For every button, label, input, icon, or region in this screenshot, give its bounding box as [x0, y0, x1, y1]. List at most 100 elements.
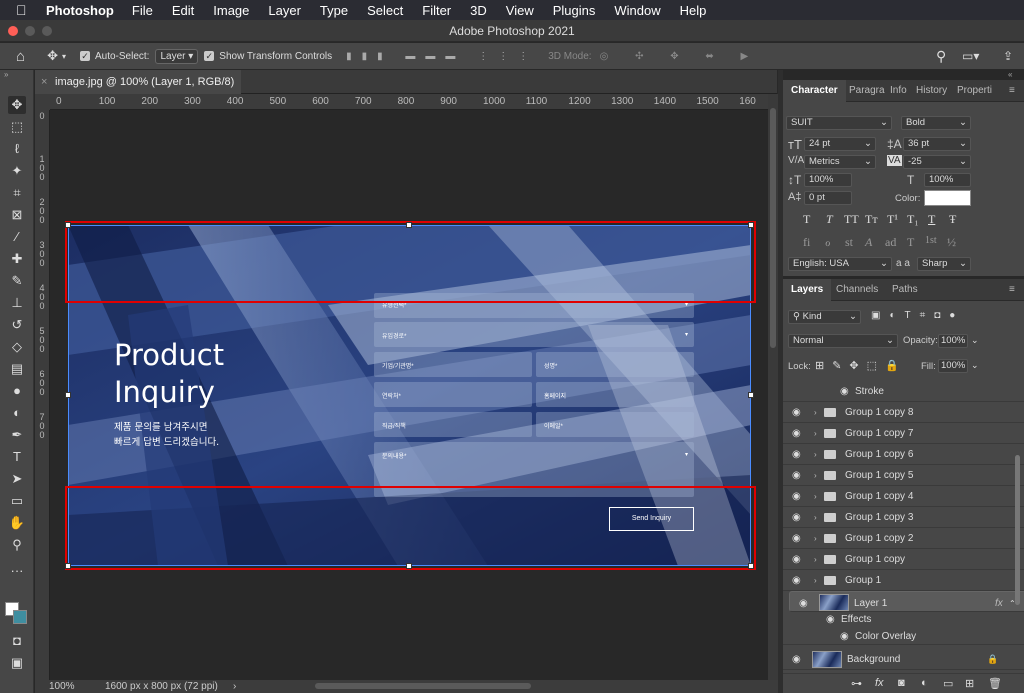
panel-collapse-icon[interactable]: « [1008, 70, 1012, 79]
layer-group-row[interactable]: ◉ › Group 1 copy 4 [783, 486, 1024, 507]
eye-icon[interactable]: ◉ [792, 423, 801, 444]
scrollbar-thumb[interactable] [770, 108, 776, 348]
underline-icon[interactable]: T [928, 212, 935, 227]
expand-arrow-icon[interactable]: › [814, 528, 817, 549]
link-layers-icon[interactable]: ⊶ [851, 677, 862, 690]
menu-window[interactable]: Window [614, 3, 660, 18]
text-color-swatch[interactable] [924, 190, 971, 206]
document-tab[interactable]: × image.jpg @ 100% (Layer 1, RGB/8) * [35, 70, 241, 112]
expand-arrow-icon[interactable]: › [814, 465, 817, 486]
menu-type[interactable]: Type [320, 3, 348, 18]
font-style-dropdown[interactable]: Bold ⌄ [901, 116, 971, 130]
minimize-window-button[interactable] [25, 26, 35, 36]
tab-paths[interactable]: Paths [892, 279, 918, 301]
hand-tool-icon[interactable]: ✋ [8, 514, 26, 532]
stylistic-alternates-icon[interactable]: ad [885, 235, 896, 250]
3d-mode-icons[interactable]: ◎ ✣ ✥ ⬌ ▶ [600, 51, 761, 62]
stamp-tool-icon[interactable]: ⊥ [8, 294, 26, 312]
transform-handle[interactable] [406, 222, 412, 228]
screen-mode-icon[interactable]: ▣ [8, 654, 26, 672]
baseline-shift-field[interactable]: 0 pt [804, 191, 852, 205]
auto-select-dropdown[interactable]: Layer ▾ [155, 48, 199, 64]
expand-arrow-icon[interactable]: › [814, 444, 817, 465]
effects-row[interactable]: ◉ Effects [783, 612, 1024, 628]
transform-handle[interactable] [406, 563, 412, 569]
gradient-tool-icon[interactable]: ▤ [8, 360, 26, 378]
lock-icons[interactable]: ⊞✎✥⬚🔒 [815, 359, 907, 372]
ligature-icon[interactable]: fi [803, 235, 810, 250]
layer-row-selected[interactable]: ◉ Layer 1 fx ⌃ [789, 591, 1024, 612]
menu-image[interactable]: Image [213, 3, 249, 18]
eye-icon[interactable]: ◉ [792, 528, 801, 549]
align-icons[interactable]: ▮▮▮ ▬▬▬ ⋮⋮⋮ [346, 51, 538, 62]
layer-group-row[interactable]: ◉ › Group 1 copy 5 [783, 465, 1024, 486]
menu-3d[interactable]: 3D [470, 3, 487, 18]
move-tool-icon[interactable]: ✥ [8, 96, 26, 114]
language-dropdown[interactable]: English: USA ⌄ [788, 257, 892, 271]
tab-character[interactable]: Character [783, 80, 846, 102]
fractions-icon[interactable]: ½ [947, 235, 956, 250]
panel-menu-icon[interactable]: ≡ [1009, 279, 1015, 301]
kerning-field[interactable]: Metrics ⌄ [804, 155, 876, 169]
ordinals-icon[interactable]: 1st [925, 235, 937, 246]
panel-menu-icon[interactable]: ≡ [1009, 80, 1015, 102]
tab-paragraph[interactable]: Paragra [849, 80, 885, 102]
layer-group-row[interactable]: ◉ › Group 1 copy 7 [783, 423, 1024, 444]
chevron-right-icon[interactable]: › [233, 680, 236, 693]
transform-handle[interactable] [65, 392, 71, 398]
rectangle-tool-icon[interactable]: ▭ [8, 492, 26, 510]
background-layer-row[interactable]: ◉ Background 🔒 [783, 649, 1024, 670]
discretionary-ligature-icon[interactable]: st [845, 235, 853, 250]
font-family-dropdown[interactable]: SUIT ⌄ [786, 116, 892, 130]
old-style-icon[interactable]: ℴ [825, 235, 831, 250]
menu-view[interactable]: View [506, 3, 534, 18]
pen-tool-icon[interactable]: ✒ [8, 426, 26, 444]
delete-layer-icon[interactable]: 🗑 [988, 677, 1002, 690]
history-brush-icon[interactable]: ↺ [8, 316, 26, 334]
show-transform-checkbox[interactable]: ✓ [204, 51, 215, 61]
eye-icon[interactable]: ◉ [792, 444, 801, 465]
eye-icon[interactable]: ◉ [792, 465, 801, 486]
eye-icon[interactable]: ◉ [792, 549, 801, 570]
chevron-down-icon[interactable]: ⌄ [971, 335, 979, 346]
titling-alternates-icon[interactable]: T [907, 235, 914, 250]
transform-handle[interactable] [748, 222, 754, 228]
menu-app-name[interactable]: Photoshop [46, 3, 114, 18]
tracking-field[interactable]: -25 ⌄ [903, 155, 971, 169]
home-icon[interactable]: ⌂ [16, 48, 25, 65]
menu-select[interactable]: Select [367, 3, 403, 18]
fill-field[interactable]: 100% [938, 359, 968, 373]
marquee-tool-icon[interactable]: ⬚ [8, 118, 26, 136]
eye-icon[interactable]: ◉ [792, 649, 801, 670]
menu-edit[interactable]: Edit [172, 3, 194, 18]
opacity-field[interactable]: 100% [938, 334, 968, 348]
expand-arrow-icon[interactable]: › [814, 402, 817, 423]
font-size-field[interactable]: 24 pt ⌄ [804, 137, 876, 151]
layer-group-row[interactable]: ◉ › Group 1 copy 2 [783, 528, 1024, 549]
chevron-down-icon[interactable]: ⌄ [971, 360, 979, 371]
chevron-down-icon[interactable]: ▾ [62, 52, 66, 61]
eye-icon[interactable]: ◉ [792, 570, 801, 591]
selection-box-top[interactable] [65, 221, 756, 303]
leading-field[interactable]: 36 pt ⌄ [903, 137, 971, 151]
blend-mode-dropdown[interactable]: Normal ⌄ [788, 334, 898, 348]
expand-arrow-icon[interactable]: › [814, 423, 817, 444]
more-tools-icon[interactable]: ··· [8, 562, 26, 580]
workspace-icon[interactable]: ▭▾ [962, 49, 979, 63]
add-mask-icon[interactable]: ◙ [898, 677, 905, 689]
toolbar-collapse-icon[interactable]: » [4, 70, 8, 79]
effect-stroke-row[interactable]: ◉ Stroke [783, 381, 1024, 402]
menu-help[interactable]: Help [680, 3, 707, 18]
tab-history[interactable]: History [916, 80, 947, 102]
strikethrough-icon[interactable]: Ŧ [949, 212, 956, 227]
lasso-tool-icon[interactable]: ℓ [8, 140, 26, 158]
effect-color-overlay-row[interactable]: ◉ Color Overlay [783, 628, 1024, 645]
path-selection-icon[interactable]: ➤ [8, 470, 26, 488]
zoom-level[interactable]: 100% [49, 680, 75, 693]
crop-tool-icon[interactable]: ⌗ [8, 184, 26, 202]
layer-group-row[interactable]: ◉ › Group 1 copy [783, 549, 1024, 570]
adjustment-layer-icon[interactable]: ◐ [921, 677, 928, 689]
healing-brush-icon[interactable]: ✚ [8, 250, 26, 268]
dodge-tool-icon[interactable]: ◐ [8, 404, 26, 422]
add-style-icon[interactable]: fx [875, 677, 884, 689]
